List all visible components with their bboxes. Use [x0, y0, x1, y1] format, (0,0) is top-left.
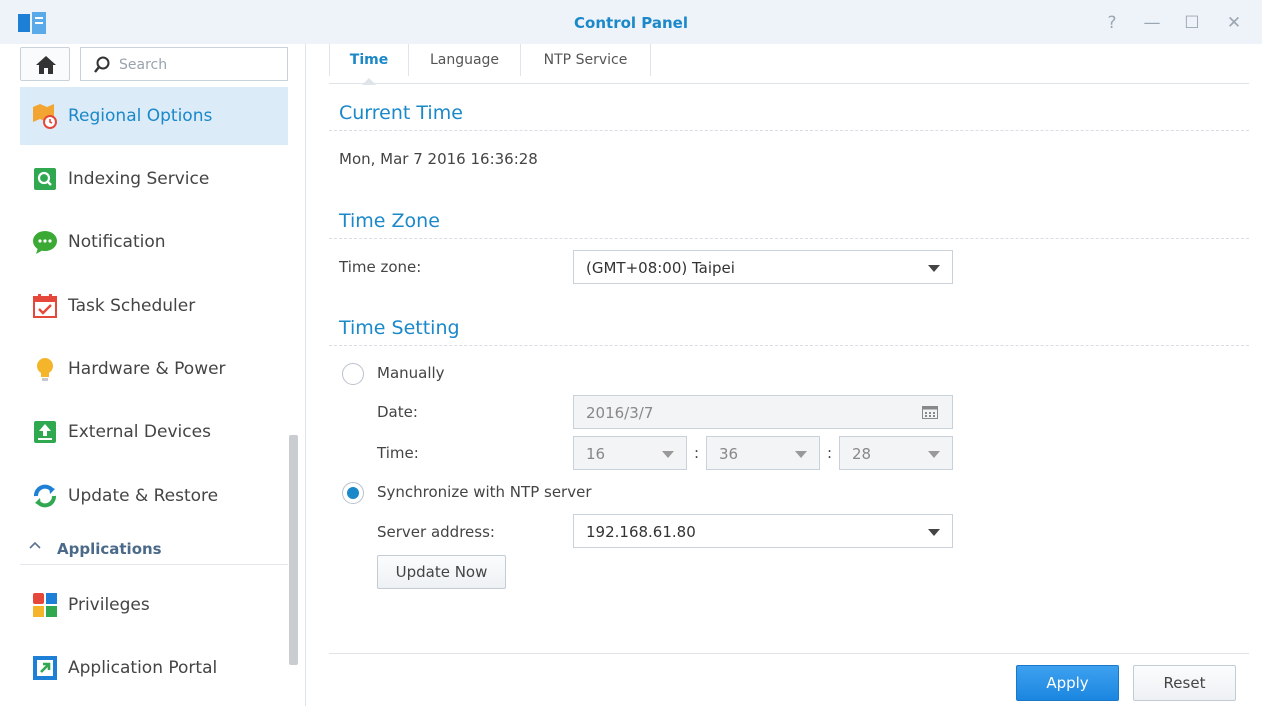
sidebar-item-label: Update & Restore — [68, 486, 219, 506]
maximize-icon[interactable]: ☐ — [1180, 11, 1204, 35]
window-title: Control Panel — [574, 14, 688, 32]
search-icon — [94, 56, 110, 73]
sidebar-item-update-restore[interactable]: Update & Restore — [20, 467, 288, 525]
tab-time[interactable]: Time — [329, 44, 409, 76]
main-panel: Time Language NTP Service Current Time M… — [307, 44, 1262, 706]
server-address-label: Server address: — [377, 523, 495, 541]
second-select[interactable]: 28 — [839, 436, 953, 470]
home-icon — [36, 56, 56, 74]
chevron-down-icon — [662, 451, 674, 458]
minute-select[interactable]: 36 — [706, 436, 820, 470]
divider — [329, 238, 1249, 239]
notification-icon — [33, 231, 57, 254]
hour-value: 16 — [586, 445, 606, 463]
search-input[interactable] — [119, 54, 279, 76]
chevron-down-icon — [928, 451, 940, 458]
time-setting-heading: Time Setting — [339, 317, 460, 339]
sidebar-item-label: External Devices — [68, 422, 211, 442]
sidebar-item-task-scheduler[interactable]: Task Scheduler — [20, 277, 288, 335]
date-label: Date: — [377, 403, 418, 421]
time-zone-label: Time zone: — [339, 258, 422, 276]
sidebar-scrollbar[interactable] — [289, 435, 298, 665]
current-time-heading: Current Time — [339, 102, 463, 124]
external-devices-icon — [34, 421, 56, 443]
reset-button[interactable]: Reset — [1133, 665, 1236, 701]
applications-section-header[interactable]: Applications — [20, 531, 288, 565]
manual-radio[interactable] — [342, 363, 364, 385]
date-field[interactable]: 2016/3/7 — [573, 395, 953, 429]
footer-divider — [329, 653, 1249, 654]
sidebar: Regional Options Indexing Service Notifi… — [0, 44, 306, 706]
ntp-radio[interactable] — [342, 482, 364, 504]
minimize-icon[interactable]: — — [1140, 11, 1164, 35]
sidebar-item-label: Regional Options — [68, 106, 213, 126]
privileges-icon — [33, 593, 57, 617]
sidebar-item-label: Application Portal — [68, 658, 218, 678]
tab-ntp-service[interactable]: NTP Service — [521, 44, 651, 76]
time-label: Time: — [377, 444, 419, 462]
home-button[interactable] — [20, 47, 70, 81]
divider — [329, 345, 1249, 346]
tab-language[interactable]: Language — [409, 44, 521, 76]
server-address-combo[interactable]: 192.168.61.80 — [573, 514, 953, 548]
time-zone-value: (GMT+08:00) Taipei — [586, 259, 735, 277]
update-restore-icon — [34, 484, 56, 508]
server-address-value: 192.168.61.80 — [586, 523, 696, 541]
sidebar-item-label: Hardware & Power — [68, 359, 226, 379]
tab-bar: Time Language NTP Service — [329, 44, 1249, 85]
calendar-icon[interactable] — [922, 406, 938, 419]
task-scheduler-icon — [33, 294, 57, 318]
active-tab-caret — [362, 78, 376, 85]
chevron-down-icon — [928, 529, 940, 536]
close-icon[interactable]: ✕ — [1222, 11, 1246, 35]
sidebar-item-privileges[interactable]: Privileges — [20, 576, 288, 634]
search-field[interactable] — [80, 47, 288, 81]
date-value: 2016/3/7 — [586, 404, 654, 422]
application-portal-icon — [33, 656, 57, 680]
sidebar-item-notification[interactable]: Notification — [20, 213, 288, 271]
time-zone-select[interactable]: (GMT+08:00) Taipei — [573, 250, 953, 284]
regional-options-icon — [33, 104, 57, 129]
chevron-up-icon — [28, 539, 42, 555]
second-value: 28 — [852, 445, 872, 463]
divider — [329, 130, 1249, 131]
sidebar-item-indexing-service[interactable]: Indexing Service — [20, 150, 288, 208]
sidebar-item-label: Task Scheduler — [68, 296, 196, 316]
current-time-value: Mon, Mar 7 2016 16:36:28 — [339, 150, 538, 168]
title-bar: Control Panel ? — ☐ ✕ — [0, 0, 1262, 44]
update-now-button[interactable]: Update Now — [377, 555, 506, 589]
indexing-service-icon — [34, 168, 56, 190]
chevron-down-icon — [928, 265, 940, 272]
manual-label: Manually — [377, 364, 445, 382]
hour-select[interactable]: 16 — [573, 436, 687, 470]
sidebar-item-application-portal[interactable]: Application Portal — [20, 639, 288, 697]
hardware-power-icon — [37, 358, 53, 381]
ntp-label: Synchronize with NTP server — [377, 483, 592, 501]
chevron-down-icon — [795, 451, 807, 458]
sidebar-item-external-devices[interactable]: External Devices — [20, 403, 288, 461]
apply-button[interactable]: Apply — [1016, 665, 1119, 701]
time-separator: : — [694, 444, 700, 462]
sidebar-item-label: Indexing Service — [68, 169, 210, 189]
section-label: Applications — [57, 540, 162, 558]
sidebar-item-regional-options[interactable]: Regional Options — [20, 87, 288, 145]
help-icon[interactable]: ? — [1100, 11, 1124, 35]
time-separator: : — [827, 444, 833, 462]
time-zone-heading: Time Zone — [339, 210, 440, 232]
minute-value: 36 — [719, 445, 739, 463]
sidebar-item-label: Privileges — [68, 595, 150, 615]
sidebar-item-label: Notification — [68, 232, 166, 252]
sidebar-item-hardware-power[interactable]: Hardware & Power — [20, 340, 288, 398]
